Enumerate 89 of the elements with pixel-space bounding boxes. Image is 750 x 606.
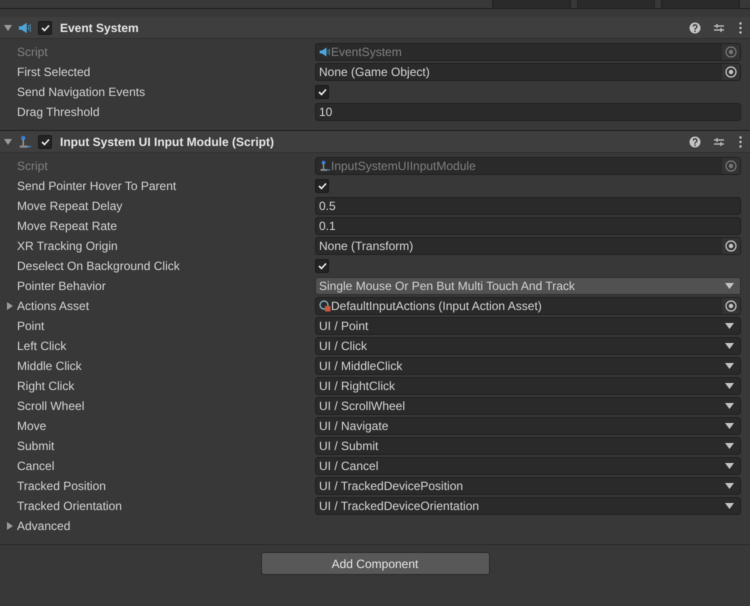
property-label: First Selected [17, 65, 90, 79]
property-label: Tracked Orientation [17, 499, 122, 513]
property-label: Script [17, 159, 48, 173]
dropdown[interactable]: UI / TrackedDevicePosition [315, 477, 741, 495]
foldout-arrow-icon[interactable] [6, 302, 14, 310]
dropdown-caret-icon [725, 503, 734, 509]
property-label: Move [17, 419, 46, 433]
component-title: Event System [60, 20, 140, 34]
foldout-arrow-icon[interactable] [4, 138, 12, 146]
input-field[interactable] [576, 0, 656, 9]
property-label: XR Tracking Origin [17, 239, 118, 253]
dropdown[interactable]: UI / Click [315, 337, 741, 355]
property-label: Submit [17, 439, 54, 453]
property-label: Tracked Position [17, 479, 106, 493]
foldout-arrow-icon[interactable] [6, 522, 14, 530]
checkbox[interactable] [38, 134, 52, 148]
dropdown-caret-icon [725, 343, 734, 349]
checkbox[interactable] [315, 85, 329, 99]
dropdown[interactable]: UI / Navigate [315, 417, 741, 435]
asset-icon [319, 300, 331, 312]
component-header[interactable]: Input System UI Input Module (Script) [0, 131, 750, 153]
dropdown-caret-icon [725, 323, 734, 329]
dropdown[interactable]: Single Mouse Or Pen But Multi Touch And Track [315, 277, 741, 295]
script-field: InputSystemUIInputModule [315, 157, 741, 175]
dropdown-caret-icon [725, 443, 734, 449]
property-label: Left Click [17, 339, 66, 353]
more-menu-icon[interactable] [739, 22, 742, 34]
dropdown[interactable]: UI / RightClick [315, 377, 741, 395]
check-icon [318, 182, 326, 190]
settings-icon[interactable] [713, 22, 725, 34]
joystick-icon [319, 160, 331, 172]
checkbox[interactable] [315, 179, 329, 193]
property-label: Cancel [17, 459, 54, 473]
dropdown-caret-icon [725, 483, 734, 489]
component-header[interactable]: Event System [0, 17, 750, 39]
object-picker-icon[interactable] [725, 66, 737, 78]
checkbox[interactable] [315, 259, 329, 273]
property-label: Advanced [17, 519, 70, 533]
component-title: Input System UI Input Module (Script) [60, 134, 275, 148]
dropdown[interactable]: UI / TrackedDeviceOrientation [315, 497, 741, 515]
property-label: Send Navigation Events [17, 85, 146, 99]
dropdown-caret-icon [725, 383, 734, 389]
property-label: Middle Click [17, 359, 82, 373]
dropdown[interactable]: UI / Cancel [315, 457, 741, 475]
check-icon [40, 138, 50, 146]
foldout-arrow-icon[interactable] [4, 24, 12, 32]
add-component-button[interactable]: Add Component [260, 552, 490, 575]
property-label: Script [17, 45, 48, 59]
help-icon[interactable] [689, 22, 701, 34]
check-icon [318, 88, 326, 96]
help-icon[interactable] [689, 136, 701, 148]
dropdown-caret-icon [725, 363, 734, 369]
dropdown[interactable]: UI / MiddleClick [315, 357, 741, 375]
property-label: Actions Asset [17, 299, 90, 313]
property-label: Drag Threshold [17, 105, 100, 119]
dropdown[interactable]: UI / Submit [315, 437, 741, 455]
property-label: Move Repeat Rate [17, 219, 118, 233]
property-label: Point [17, 319, 44, 333]
input-field[interactable] [661, 0, 740, 9]
dropdown-caret-icon [725, 283, 734, 289]
object-picker-icon[interactable] [725, 240, 737, 252]
property-label: Pointer Behavior [17, 279, 106, 293]
property-label: Send Pointer Hover To Parent [17, 179, 176, 193]
megaphone-icon [319, 46, 331, 58]
megaphone-icon [18, 20, 32, 34]
property-label: Deselect On Background Click [17, 259, 180, 273]
settings-icon[interactable] [713, 136, 725, 148]
property-label: Scroll Wheel [17, 399, 84, 413]
check-icon [318, 262, 326, 270]
joystick-icon [18, 134, 32, 148]
script-field: EventSystem [315, 43, 741, 61]
dropdown[interactable]: UI / ScrollWheel [315, 397, 741, 415]
check-icon [40, 24, 50, 32]
property-label: Right Click [17, 379, 74, 393]
input-field[interactable] [492, 0, 571, 9]
dropdown-caret-icon [725, 463, 734, 469]
object-field[interactable]: None (Game Object) [315, 63, 741, 81]
object-field[interactable]: None (Transform) [315, 237, 741, 255]
dropdown-caret-icon [725, 403, 734, 409]
dropdown[interactable]: UI / Point [315, 317, 741, 335]
property-label: Move Repeat Delay [17, 199, 122, 213]
object-field[interactable]: DefaultInputActions (Input Action Asset) [315, 297, 741, 315]
object-picker-icon[interactable] [725, 300, 737, 312]
more-menu-icon[interactable] [739, 136, 742, 148]
input-field[interactable]: 0.1 [315, 217, 741, 235]
input-field[interactable]: 10 [315, 103, 741, 121]
input-field[interactable]: 0.5 [315, 197, 741, 215]
checkbox[interactable] [38, 20, 52, 34]
dropdown-caret-icon [725, 423, 734, 429]
